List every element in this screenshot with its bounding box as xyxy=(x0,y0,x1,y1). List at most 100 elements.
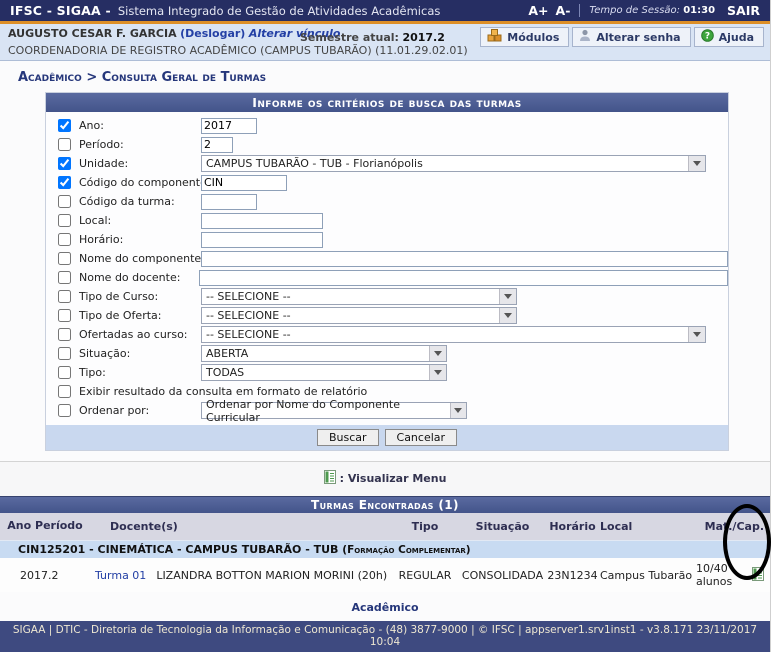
cell-situacao: CONSOLIDADA xyxy=(460,569,545,582)
ofertadas-curso-select-value: -- SELECIONE -- xyxy=(206,328,291,341)
situacao-select[interactable]: ABERTA xyxy=(201,345,447,362)
codigo-turma-label: Código da turma: xyxy=(79,195,201,208)
component-group-suffix: (Formação Complementar) xyxy=(342,544,470,556)
font-increase-button[interactable]: A+ xyxy=(528,3,548,18)
tipo-oferta-select-value: -- SELECIONE -- xyxy=(206,309,291,322)
form-row-nome-docente: Nome do docente: xyxy=(46,268,728,287)
cell-docente: Turma 01 LIZANDRA BOTTON MARION MORINI (… xyxy=(90,569,390,582)
nome-docente-checkbox[interactable] xyxy=(58,271,71,284)
tipo-curso-select[interactable]: -- SELECIONE -- xyxy=(201,288,517,305)
tipo-select[interactable]: TODAS xyxy=(201,364,447,381)
periodo-checkbox[interactable] xyxy=(58,138,71,151)
class-menu-icon[interactable] xyxy=(752,567,764,584)
cancelar-button[interactable]: Cancelar xyxy=(385,429,458,446)
class-menu-icon xyxy=(324,470,336,487)
situacao-checkbox[interactable] xyxy=(58,347,71,360)
nome-docente-input[interactable] xyxy=(199,270,728,286)
buscar-button[interactable]: Buscar xyxy=(317,429,379,446)
session-label: Tempo de Sessão: xyxy=(589,5,680,16)
brand-title: IFSC - SIGAA - xyxy=(10,3,111,18)
tipo-oferta-select[interactable]: -- SELECIONE -- xyxy=(201,307,517,324)
codigo-componente-checkbox[interactable] xyxy=(58,176,71,189)
app-title: Sistema Integrado de Gestão de Atividade… xyxy=(118,4,522,18)
form-row-tipo: Tipo: TODAS xyxy=(46,363,728,382)
cell-ano-periodo: 2017.2 xyxy=(0,569,90,582)
academico-link[interactable]: Acadêmico xyxy=(0,592,770,621)
svg-text:?: ? xyxy=(704,32,709,42)
tipo-checkbox[interactable] xyxy=(58,366,71,379)
horario-label: Horário: xyxy=(79,233,201,246)
visualizar-menu-label: : Visualizar Menu xyxy=(340,472,447,485)
form-row-codigo-turma: Código da turma: xyxy=(46,192,728,211)
ano-input[interactable] xyxy=(201,118,257,134)
local-checkbox[interactable] xyxy=(58,214,71,227)
session-time: 01:30 xyxy=(683,5,715,16)
form-row-situacao: Situação: ABERTA xyxy=(46,344,728,363)
unidade-checkbox[interactable] xyxy=(58,157,71,170)
results-column-headers: Ano Período Docente(s) Tipo Situação Hor… xyxy=(0,513,770,540)
semester-label: Semestre atual: xyxy=(300,31,399,44)
form-row-horario: Horário: xyxy=(46,230,728,249)
turma-link[interactable]: Turma 01 xyxy=(95,569,146,582)
chevron-down-icon xyxy=(499,289,516,304)
form-row-ano: Ano: xyxy=(46,116,728,135)
chevron-down-icon xyxy=(688,156,705,171)
table-row: 2017.2 Turma 01 LIZANDRA BOTTON MARION M… xyxy=(0,558,770,592)
question-mark-icon: ? xyxy=(701,29,714,45)
top-bar: IFSC - SIGAA - Sistema Integrado de Gest… xyxy=(0,0,770,21)
tipo-curso-label: Tipo de Curso: xyxy=(79,290,201,303)
chevron-down-icon xyxy=(688,327,705,342)
ano-label: Ano: xyxy=(79,119,201,132)
form-rows: Ano: Período: Unidade: CAMPUS TUBARÃO - … xyxy=(46,112,728,422)
relatorio-checkbox[interactable] xyxy=(58,385,71,398)
font-decrease-button[interactable]: A- xyxy=(556,3,571,18)
help-button-label: Ajuda xyxy=(719,31,754,44)
codigo-turma-checkbox[interactable] xyxy=(58,195,71,208)
periodo-label: Período: xyxy=(79,138,201,151)
breadcrumb[interactable]: Acadêmico > Consulta Geral de Turmas xyxy=(0,61,770,92)
unidade-select[interactable]: CAMPUS TUBARÃO - TUB - Florianópolis xyxy=(201,155,706,172)
logout-button[interactable]: SAIR xyxy=(727,3,760,18)
nome-componente-input[interactable] xyxy=(201,251,728,267)
situacao-label: Situação: xyxy=(79,347,201,360)
help-button[interactable]: ? Ajuda xyxy=(694,27,764,47)
local-input[interactable] xyxy=(201,213,323,229)
horario-checkbox[interactable] xyxy=(58,233,71,246)
user-bar: AUGUSTO CESAR F. GARCIA (Deslogar) Alter… xyxy=(0,24,770,61)
ofertadas-curso-checkbox[interactable] xyxy=(58,328,71,341)
divider xyxy=(579,4,580,17)
tipo-curso-checkbox[interactable] xyxy=(58,290,71,303)
chevron-down-icon xyxy=(429,346,446,361)
semester-value: 2017.2 xyxy=(402,31,444,44)
ano-checkbox[interactable] xyxy=(58,119,71,132)
mat-cap-value: 10/40 alunos xyxy=(696,562,748,588)
semester-indicator: Semestre atual: 2017.2 xyxy=(300,31,445,44)
col-situacao: Situação xyxy=(460,520,545,533)
user-name: AUGUSTO CESAR F. GARCIA xyxy=(8,27,177,40)
horario-input[interactable] xyxy=(201,232,323,248)
modules-button[interactable]: Módulos xyxy=(480,27,569,47)
tipo-oferta-checkbox[interactable] xyxy=(58,309,71,322)
local-label: Local: xyxy=(79,214,201,227)
codigo-componente-input[interactable] xyxy=(201,175,287,191)
nome-componente-checkbox[interactable] xyxy=(58,252,71,265)
col-tipo: Tipo xyxy=(390,520,460,533)
tipo-oferta-label: Tipo de Oferta: xyxy=(79,309,201,322)
unidade-select-value: CAMPUS TUBARÃO - TUB - Florianópolis xyxy=(206,157,423,170)
nome-componente-label: Nome do componente: xyxy=(79,252,201,265)
form-row-tipo-curso: Tipo de Curso: -- SELECIONE -- xyxy=(46,287,728,306)
modules-cubes-icon xyxy=(487,29,502,45)
deslogar-link[interactable]: (Deslogar) xyxy=(180,27,245,40)
ordenar-por-checkbox[interactable] xyxy=(58,404,71,417)
ofertadas-curso-select[interactable]: -- SELECIONE -- xyxy=(201,326,706,343)
component-group-title: CIN125201 - CINEMÁTICA - CAMPUS TUBARÃO … xyxy=(18,543,338,556)
codigo-turma-input[interactable] xyxy=(201,194,257,210)
unidade-label: Unidade: xyxy=(79,157,201,170)
ordenar-por-select[interactable]: Ordenar por Nome do Componente Curricula… xyxy=(201,402,467,419)
change-password-button[interactable]: Alterar senha xyxy=(572,27,690,47)
form-row-local: Local: xyxy=(46,211,728,230)
periodo-input[interactable] xyxy=(201,137,233,153)
nome-docente-label: Nome do docente: xyxy=(79,271,199,284)
col-docentes: Docente(s) xyxy=(90,520,390,533)
form-row-periodo: Período: xyxy=(46,135,728,154)
